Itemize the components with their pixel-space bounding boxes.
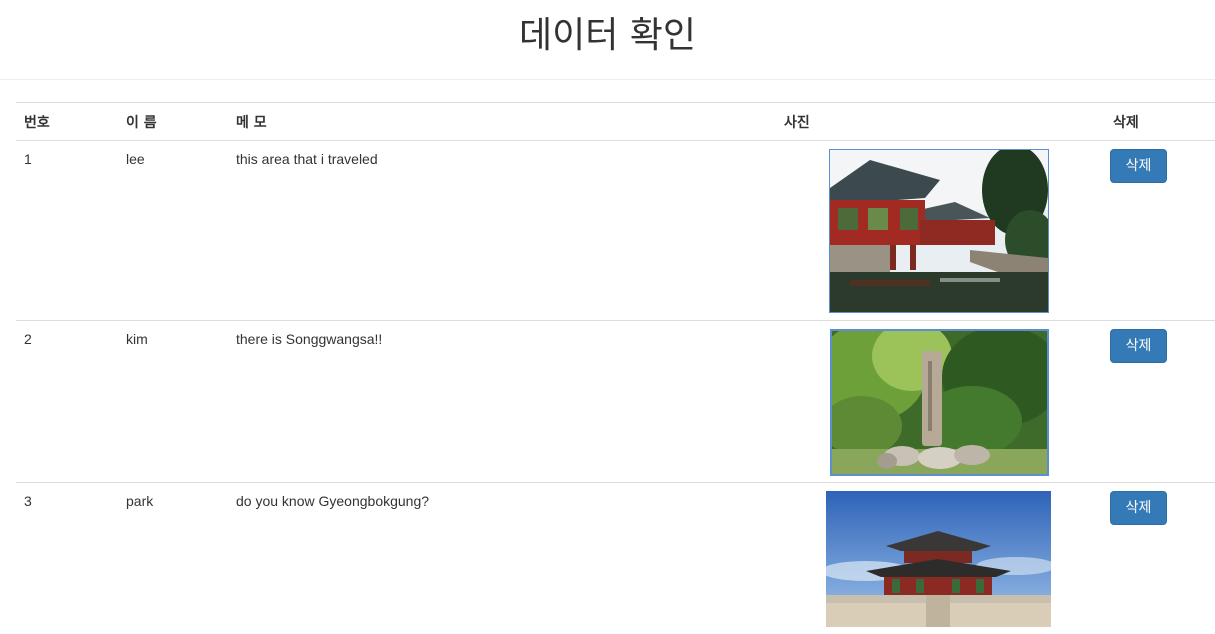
column-header-number: 번호 [16, 103, 118, 141]
row-memo: do you know Gyeongbokgung? [228, 483, 784, 634]
row-delete-cell: 삭제 [1105, 483, 1215, 634]
row-memo: there is Songgwangsa!! [228, 321, 784, 483]
palace-hall-blue-sky-photo [826, 491, 1051, 627]
table-row: 2 kim there is Songgwangsa!! [16, 321, 1215, 483]
page-title: 데이터 확인 [0, 14, 1215, 58]
data-table-container: 번호 이 름 메 모 사진 삭제 1 lee this area that i … [16, 102, 1215, 634]
column-header-photo: 사진 [784, 103, 1105, 141]
row-photo-cell [784, 321, 1105, 483]
row-photo-cell [784, 141, 1105, 321]
row-number: 1 [16, 141, 118, 321]
page-header: 데이터 확인 [0, 0, 1215, 80]
row-name: park [118, 483, 228, 634]
row-photo-cell [784, 483, 1105, 634]
data-table: 번호 이 름 메 모 사진 삭제 1 lee this area that i … [16, 102, 1215, 634]
table-row: 1 lee this area that i traveled [16, 141, 1215, 321]
row-number: 3 [16, 483, 118, 634]
stone-monument-forest-photo [830, 329, 1049, 476]
row-delete-cell: 삭제 [1105, 141, 1215, 321]
delete-button[interactable]: 삭제 [1110, 329, 1167, 363]
row-name: kim [118, 321, 228, 483]
row-delete-cell: 삭제 [1105, 321, 1215, 483]
row-memo: this area that i traveled [228, 141, 784, 321]
column-header-name: 이 름 [118, 103, 228, 141]
column-header-memo: 메 모 [228, 103, 784, 141]
column-header-delete: 삭제 [1105, 103, 1215, 141]
delete-button[interactable]: 삭제 [1110, 491, 1167, 525]
table-header-row: 번호 이 름 메 모 사진 삭제 [16, 103, 1215, 141]
table-row: 3 park do you know Gyeongbokgung? [16, 483, 1215, 634]
delete-button[interactable]: 삭제 [1110, 149, 1167, 183]
row-name: lee [118, 141, 228, 321]
row-number: 2 [16, 321, 118, 483]
traditional-pavilion-pond-photo [829, 149, 1049, 313]
